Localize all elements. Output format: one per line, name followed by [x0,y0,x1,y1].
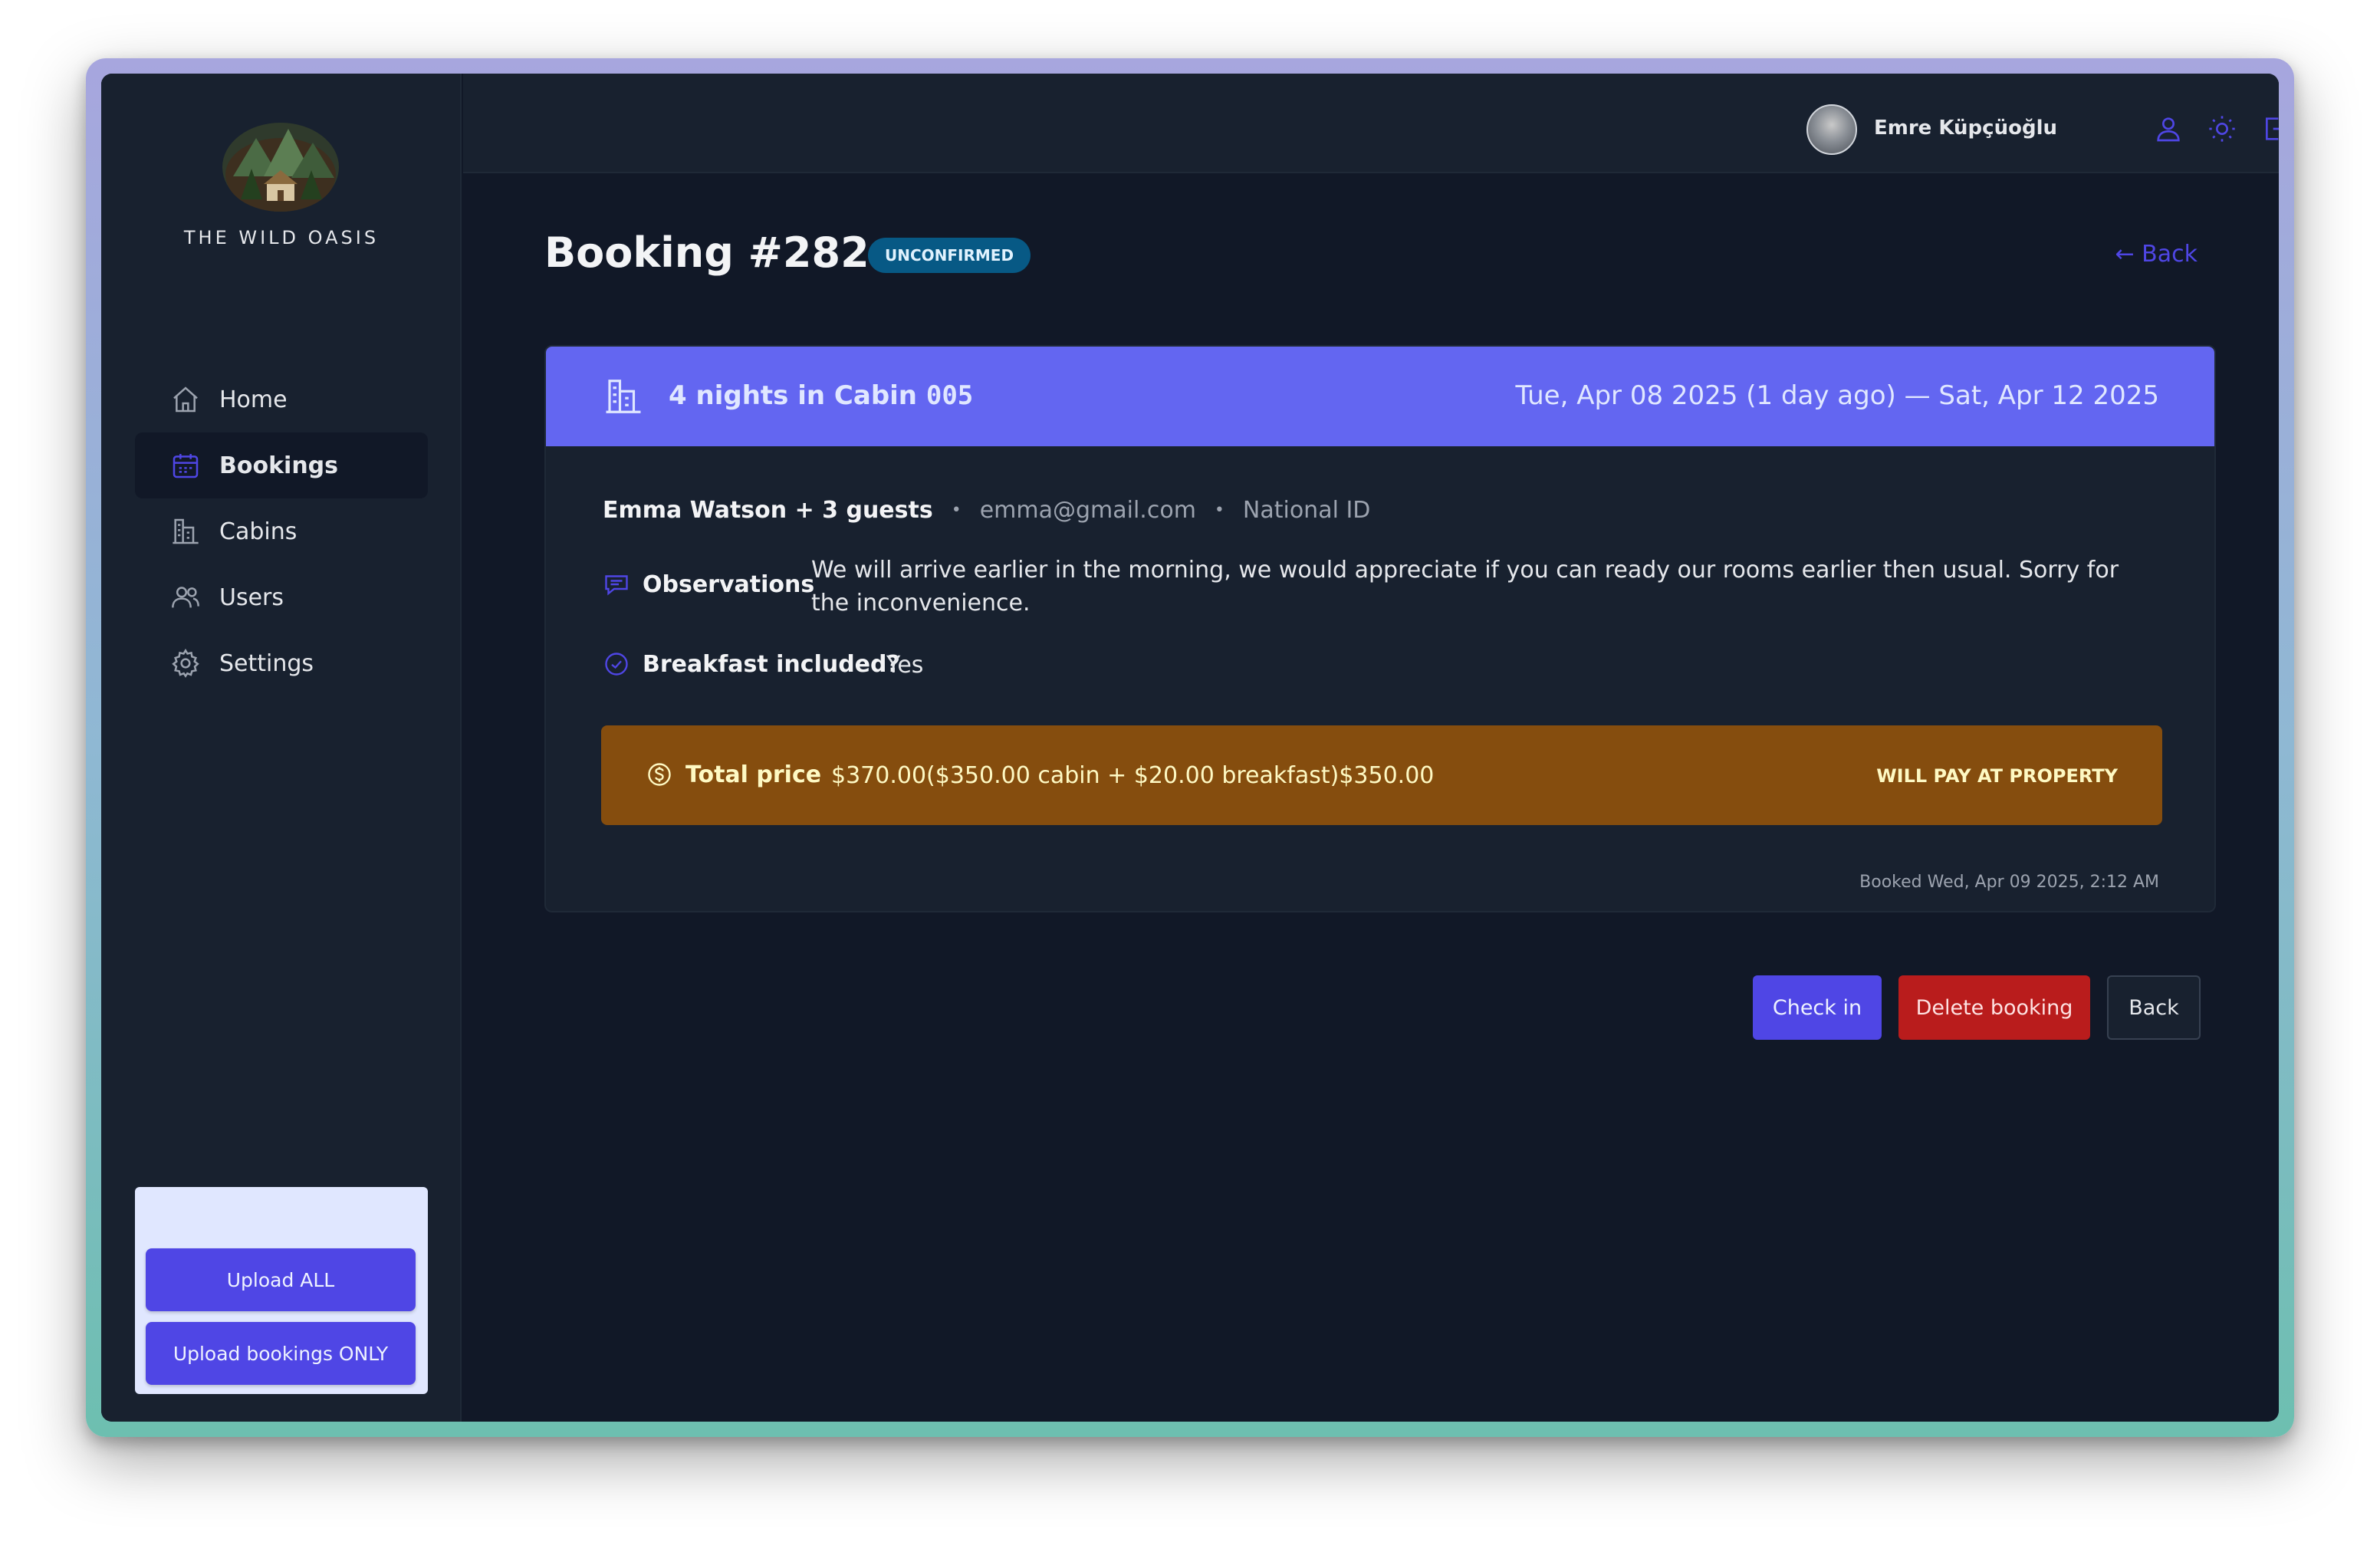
booking-dates: Tue, Apr 08 2025 (1 day ago) — Sat, Apr … [1515,380,2159,411]
building-icon [170,516,201,547]
upload-all-button[interactable]: Upload ALL [146,1248,416,1311]
check-circle-icon [605,653,628,676]
nights-summary: 4 nights in Cabin 005 [669,380,973,411]
user-icon[interactable] [2153,113,2184,144]
separator-dot: • [951,501,962,520]
window-frame: THE WILD OASIS Home Bookings Cabins User… [86,58,2294,1437]
back-button[interactable]: Back [2107,975,2201,1040]
main-nav: Home Bookings Cabins Users Settings [135,367,428,696]
sidebar-item-label: Settings [219,649,314,677]
page-title: Booking #282 [544,229,869,277]
back-link[interactable]: ← Back [2115,241,2198,268]
guest-name: Emma Watson + 3 guests [603,497,933,524]
booked-timestamp: Booked Wed, Apr 09 2025, 2:12 AM [1859,873,2159,892]
data-uploader: Upload ALL Upload bookings ONLY [135,1187,428,1394]
guest-national-id: National ID [1242,497,1371,524]
check-in-button[interactable]: Check in [1753,975,1882,1040]
sidebar-item-home[interactable]: Home [135,367,428,432]
guest-info: Emma Watson + 3 guests • emma@gmail.com … [603,497,1370,524]
observations-text: We will arrive earlier in the morning, w… [811,557,2119,617]
sidebar-item-label: Bookings [219,452,339,479]
breakfast-label: Breakfast included? [603,650,900,678]
avatar [1806,104,1857,155]
wild-oasis-logo [222,123,339,212]
brand-name: THE WILD OASIS [183,227,380,248]
observations-label-text: Observations [643,570,815,598]
total-price-label-text: Total price [685,761,822,788]
building-icon [606,380,641,413]
app-window: THE WILD OASIS Home Bookings Cabins User… [101,74,2279,1422]
booking-header-band: 4 nights in Cabin 005 Tue, Apr 08 2025 (… [546,347,2214,446]
chat-icon [605,575,628,596]
gear-icon [170,648,201,679]
booking-detail-card: 4 nights in Cabin 005 Tue, Apr 08 2025 (… [544,345,2216,912]
delete-booking-button[interactable]: Delete booking [1898,975,2090,1040]
nights-text: 4 nights in Cabin [669,380,926,411]
sidebar-item-cabins[interactable]: Cabins [135,498,428,564]
payment-status: WILL PAY AT PROPERTY [1876,765,2118,787]
logout-icon[interactable] [2260,113,2279,144]
total-price-label: Total price [646,761,821,788]
sidebar-item-label: Users [219,584,284,611]
observations-label: Observations [603,570,814,598]
home-icon [170,384,201,415]
sidebar: THE WILD OASIS Home Bookings Cabins User… [101,74,462,1422]
upload-bookings-button[interactable]: Upload bookings ONLY [146,1322,416,1385]
breakfast-value: Yes [886,652,924,679]
sidebar-item-bookings[interactable]: Bookings [135,432,428,498]
sidebar-item-label: Cabins [219,518,298,545]
guest-email: emma@gmail.com [979,497,1196,524]
separator-dot: • [1214,501,1225,520]
sidebar-item-settings[interactable]: Settings [135,630,428,696]
price-breakdown: $370.00($350.00 cabin + $20.00 breakfast… [831,762,1435,789]
calendar-icon [170,450,201,481]
status-badge: UNCONFIRMED [868,238,1031,273]
sun-icon[interactable] [2207,113,2237,144]
cabin-code: 005 [925,380,974,411]
breakfast-label-text: Breakfast included? [643,650,900,678]
top-header: Emre Küpçüoğlu [463,74,2279,173]
price-summary: Total price $370.00($350.00 cabin + $20.… [601,725,2162,825]
sidebar-item-users[interactable]: Users [135,564,428,630]
username: Emre Küpçüoğlu [1874,117,2057,140]
dollar-circle-icon [648,763,671,786]
users-icon [170,582,201,613]
sidebar-item-label: Home [219,386,288,413]
